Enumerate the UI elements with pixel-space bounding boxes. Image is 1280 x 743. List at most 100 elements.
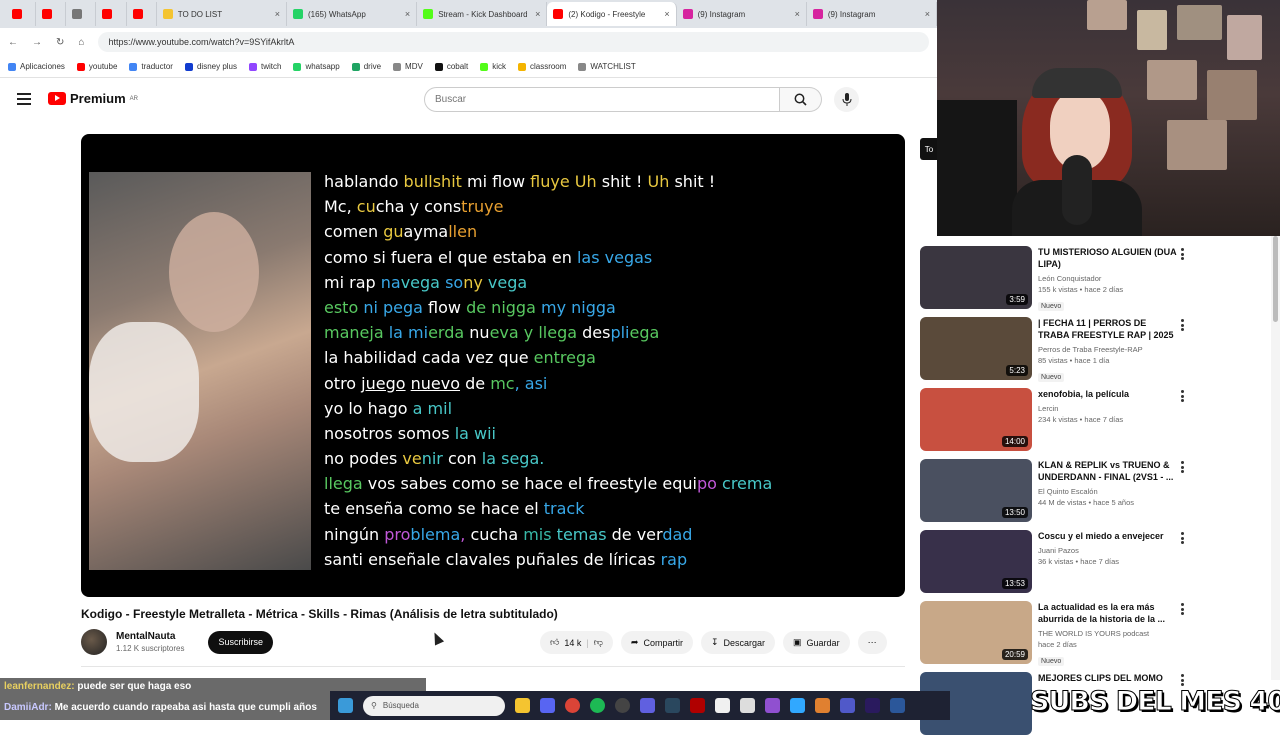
browser-tab[interactable] [6, 2, 37, 26]
discord-icon[interactable] [540, 698, 555, 713]
premiere-icon[interactable] [865, 698, 880, 713]
search-button[interactable] [780, 87, 822, 112]
tab-close-icon[interactable]: × [275, 9, 280, 19]
recommendation-item[interactable]: 5:23 | FECHA 11 | PERROS DE TRABA FREESTY… [920, 317, 1200, 385]
video-thumbnail[interactable]: 3:59 [920, 246, 1032, 309]
bookmark-item[interactable]: drive [351, 62, 381, 71]
video-player[interactable]: hablando bullshit mi flow fluye Uh shit … [81, 134, 905, 597]
video-thumbnail[interactable]: 13:50 [920, 459, 1032, 522]
browser-tab[interactable]: (2) Kodigo - Freestyle × [547, 2, 677, 26]
recommendation-item[interactable]: 13:53 Coscu y el miedo a envejecer Juani P… [920, 530, 1200, 598]
bookmark-item[interactable]: traductor [129, 62, 173, 71]
home-icon[interactable]: ⌂ [78, 37, 84, 48]
recommendation-title[interactable]: xenofobia, la película [1038, 388, 1178, 400]
tab-close-icon[interactable]: × [664, 9, 669, 19]
obs-icon[interactable] [615, 698, 630, 713]
file-explorer-icon[interactable] [515, 698, 530, 713]
video-thumbnail[interactable]: 13:53 [920, 530, 1032, 593]
recommendation-filter-tag[interactable]: To [920, 138, 938, 160]
bookmark-item[interactable]: WATCHLIST [578, 62, 636, 71]
subscribe-button[interactable]: Suscribirse [208, 630, 273, 654]
recommendation-item[interactable]: 13:50 KLAN & REPLIK vs TRUENO & UNDERDANN… [920, 459, 1200, 527]
chrome-icon[interactable] [565, 698, 580, 713]
recommendation-title[interactable]: TU MISTERIOSO ALGUIEN (DUA LIPA) [1038, 246, 1178, 270]
hamburger-menu-icon[interactable] [17, 93, 31, 105]
browser-tab[interactable]: (9) Instagram × [677, 2, 807, 26]
browser-tab[interactable]: TO DO LIST × [157, 2, 287, 26]
word-icon[interactable] [890, 698, 905, 713]
channel-name[interactable]: MentalNauta [116, 631, 184, 642]
bookmark-item[interactable]: classroom [517, 62, 566, 71]
browser-tab[interactable]: (9) Instagram × [807, 2, 938, 26]
channel-avatar[interactable] [81, 629, 107, 655]
like-button[interactable]: 👍︎ 14 k | 👎︎ [540, 631, 613, 654]
app-icon-purple[interactable] [765, 698, 780, 713]
browser-tab[interactable] [66, 2, 97, 26]
bookmark-item[interactable]: disney plus [184, 62, 237, 71]
back-icon[interactable]: ← [8, 37, 18, 48]
youtube-premium-logo[interactable]: Premium AR [48, 91, 138, 106]
recommendation-title[interactable]: MEJORES CLIPS DEL MOMO [1038, 672, 1178, 684]
recommendation-title[interactable]: Coscu y el miedo a envejecer [1038, 530, 1178, 542]
bookmark-item[interactable]: whatsapp [293, 62, 340, 71]
notion-icon[interactable] [740, 698, 755, 713]
recommendation-channel[interactable]: Lercin [1038, 403, 1178, 414]
bookmark-item[interactable]: youtube [76, 62, 117, 71]
recommendation-item[interactable]: 3:59 TU MISTERIOSO ALGUIEN (DUA LIPA) León… [920, 246, 1200, 314]
more-vertical-icon[interactable] [1181, 603, 1184, 615]
browser-tab[interactable] [96, 2, 127, 26]
download-button[interactable]: ↧ Descargar [700, 631, 776, 654]
browser-tab[interactable] [127, 2, 157, 26]
capcut-icon[interactable] [715, 698, 730, 713]
browser-tab[interactable]: Stream - Kick Dashboard × [417, 2, 548, 26]
more-vertical-icon[interactable] [1181, 674, 1184, 686]
more-vertical-icon[interactable] [1181, 319, 1184, 331]
browser-tab[interactable]: (165) WhatsApp × [287, 2, 418, 26]
browser-tab[interactable] [36, 2, 67, 26]
app-icon-orange[interactable] [815, 698, 830, 713]
voice-search-button[interactable] [834, 87, 859, 112]
tab-close-icon[interactable]: × [795, 9, 800, 19]
more-vertical-icon[interactable] [1181, 532, 1184, 544]
more-vertical-icon[interactable] [1181, 248, 1184, 260]
share-button[interactable]: ➦ Compartir [620, 631, 693, 654]
windows-start-icon[interactable] [338, 698, 353, 713]
more-vertical-icon[interactable] [1181, 461, 1184, 473]
thumbs-down-icon[interactable]: 👎︎ [594, 637, 603, 648]
tab-close-icon[interactable]: × [405, 9, 410, 19]
steam-icon[interactable] [665, 698, 680, 713]
more-actions-button[interactable]: ⋯ [857, 631, 887, 654]
teams-icon[interactable] [840, 698, 855, 713]
scrollbar-thumb[interactable] [1273, 236, 1278, 322]
spotify-icon[interactable] [590, 698, 605, 713]
recommendation-item[interactable]: 14:00 xenofobia, la película Lercin 234 k v… [920, 388, 1200, 456]
tab-close-icon[interactable]: × [535, 9, 540, 19]
recommendation-title[interactable]: La actualidad es la era más aburrida de … [1038, 601, 1178, 625]
video-thumbnail[interactable]: 5:23 [920, 317, 1032, 380]
forward-icon[interactable]: → [32, 37, 42, 48]
tab-close-icon[interactable]: × [925, 9, 930, 19]
recommendation-channel[interactable]: León Conquistador [1038, 273, 1178, 284]
reload-icon[interactable]: ↻ [56, 37, 64, 48]
app-icon-blue[interactable] [640, 698, 655, 713]
bookmark-item[interactable]: cobalt [434, 62, 468, 71]
recommendation-channel[interactable]: Perros de Traba Freestyle-RAP [1038, 344, 1178, 355]
video-thumbnail[interactable]: 14:00 [920, 388, 1032, 451]
more-vertical-icon[interactable] [1181, 390, 1184, 402]
netflix-icon[interactable] [690, 698, 705, 713]
url-field[interactable]: https://www.youtube.com/watch?v=9SYifAkr… [98, 32, 929, 52]
photoshop-icon[interactable] [790, 698, 805, 713]
recommendation-channel[interactable]: El Quinto Escalón [1038, 486, 1178, 497]
search-input[interactable] [424, 87, 780, 112]
save-button[interactable]: ▣ Guardar [783, 631, 850, 654]
recommendation-title[interactable]: | FECHA 11 | PERROS DE TRABA FREESTYLE R… [1038, 317, 1178, 341]
bookmark-item[interactable]: MDV [393, 62, 423, 71]
recommendation-channel[interactable]: THE WORLD IS YOURS podcast [1038, 628, 1178, 639]
bookmark-item[interactable]: Aplicaciones [8, 62, 65, 71]
recommendation-item[interactable]: 20:59 La actualidad es la era más aburrid… [920, 601, 1200, 669]
page-scrollbar[interactable] [1271, 236, 1280, 680]
bookmark-item[interactable]: twitch [249, 62, 281, 71]
bookmark-item[interactable]: kick [480, 62, 506, 71]
recommendation-channel[interactable]: Juani Pazos [1038, 545, 1178, 556]
taskbar-search[interactable]: ⚲ Búsqueda [363, 695, 505, 716]
